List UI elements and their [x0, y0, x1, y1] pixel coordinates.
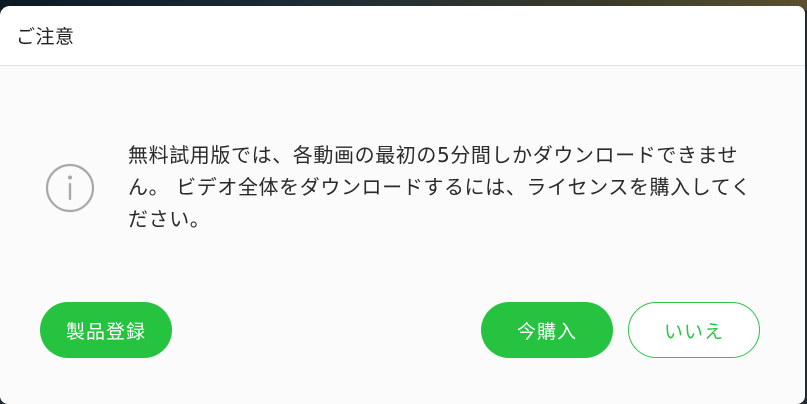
dialog-title: ご注意 [16, 26, 75, 48]
dialog-header: ご注意 [0, 6, 805, 66]
buy-now-button[interactable]: 今購入 [481, 302, 613, 358]
dialog-message: 無料試用版では、各動画の最初の5分間しかダウンロードできません。 ビデオ全体をダ… [128, 143, 752, 231]
notice-dialog: ご注意 無料試用版では、各動画の最初の5分間しかダウンロードできません。 ビデオ… [0, 6, 805, 404]
dialog-body: 無料試用版では、各動画の最初の5分間しかダウンロードできません。 ビデオ全体をダ… [0, 66, 805, 404]
no-button[interactable]: いいえ [628, 302, 760, 358]
info-circle-icon [45, 163, 95, 213]
register-product-button[interactable]: 製品登録 [40, 302, 172, 358]
